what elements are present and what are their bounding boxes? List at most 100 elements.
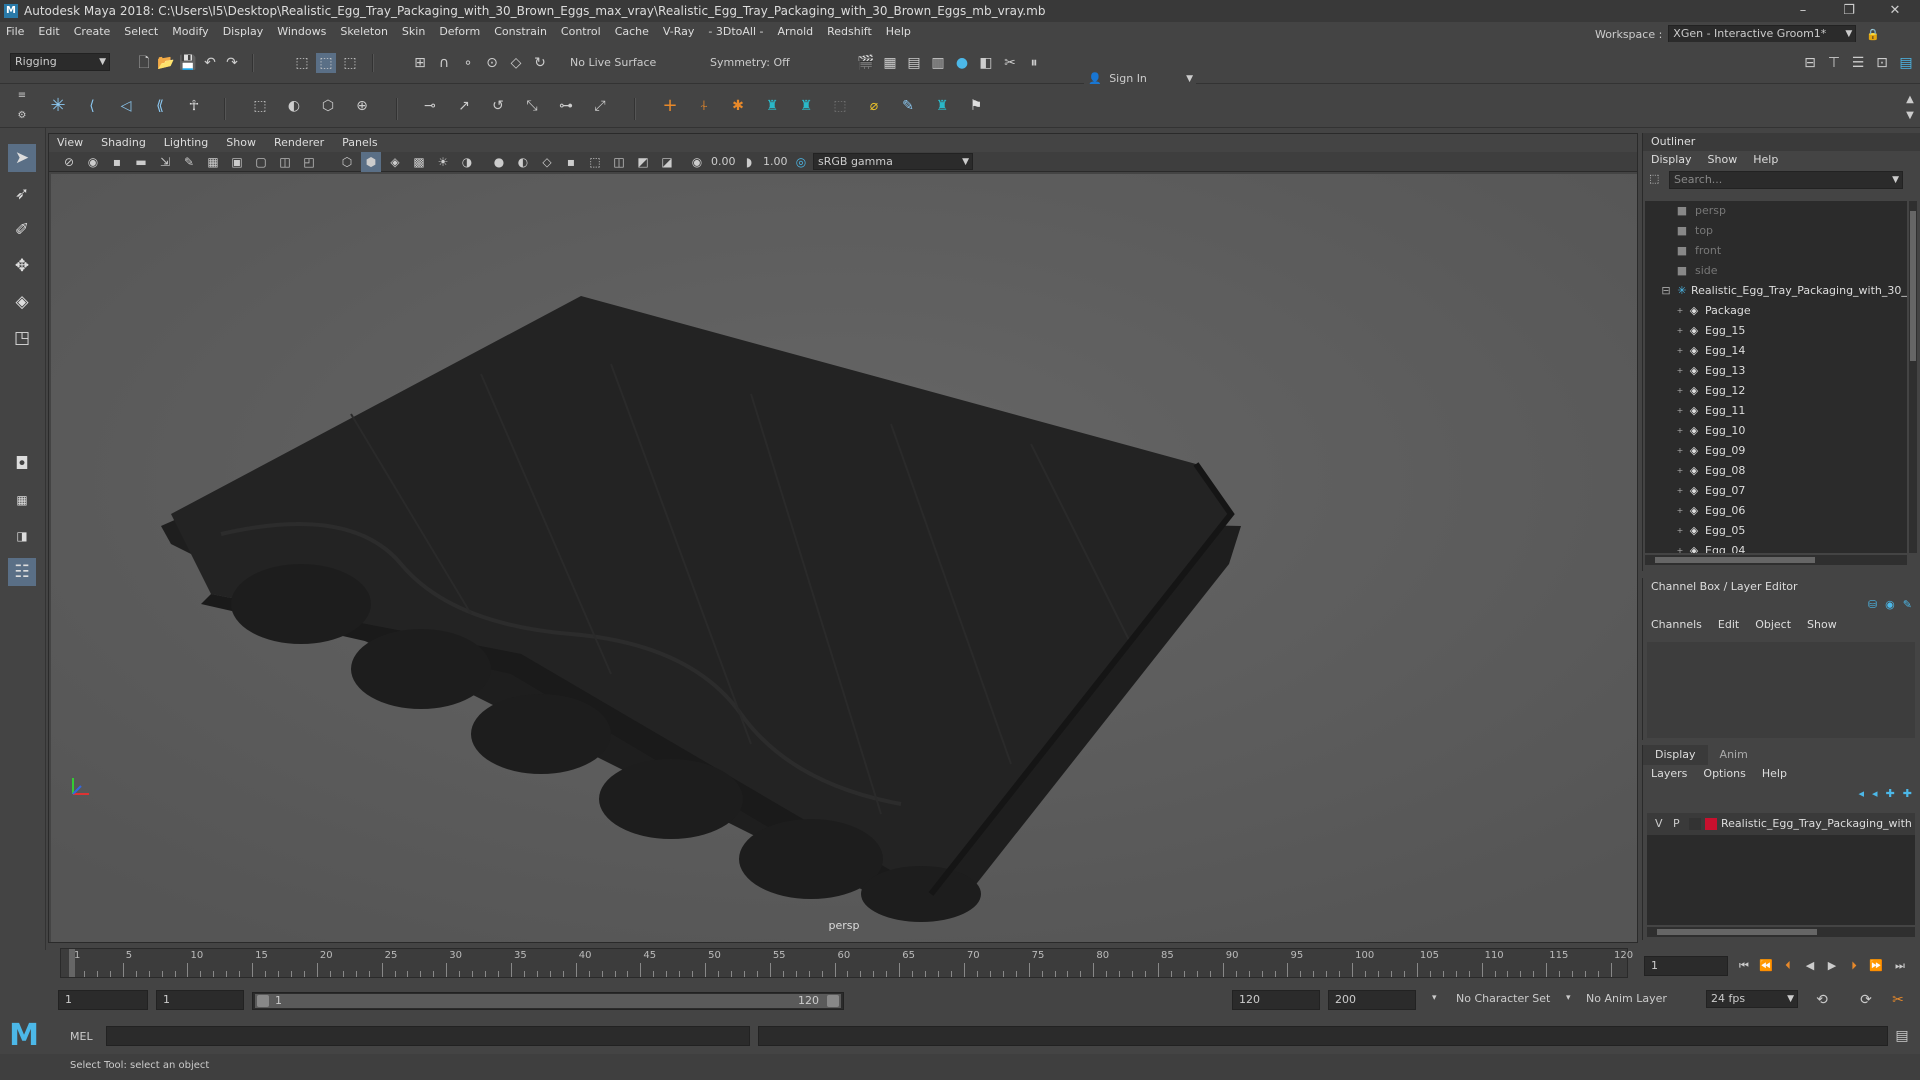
layer-display-type[interactable] [1689, 818, 1701, 830]
open-scene-icon[interactable]: 📂 [156, 53, 176, 73]
outliner-scrollbar[interactable] [1909, 201, 1917, 553]
panel-menu-panels[interactable]: Panels [342, 134, 377, 152]
maximize-button[interactable]: ❐ [1826, 0, 1872, 22]
chevron-down-icon[interactable]: ▾ [1432, 993, 1437, 1003]
channel-menu-channels[interactable]: Channels [1651, 616, 1702, 634]
expand-icon[interactable]: + [1673, 461, 1687, 481]
rotate-tool-icon[interactable]: ◈ [8, 288, 36, 316]
expand-icon[interactable]: + [1673, 541, 1687, 553]
command-input[interactable] [106, 1026, 750, 1046]
outliner-item[interactable]: + ◈ Egg_15 [1645, 321, 1907, 341]
play-backward-icon[interactable]: ◀ [1800, 956, 1820, 976]
select-hierarchy-icon[interactable]: ⬚ [292, 53, 312, 73]
two-d-pan-icon[interactable]: ⇲ [155, 152, 175, 172]
side-by-side-layout-icon[interactable]: ◨ [8, 522, 36, 550]
time-slider[interactable]: 1 5 10 15 20 25 30 35 40 45 50 55 60 65 70 75 80 85 90 95 10… [48, 948, 1638, 982]
gamma-value[interactable]: 1.00 [763, 155, 788, 168]
menu-constrain[interactable]: Constrain [494, 25, 547, 38]
time-ruler[interactable]: 1 5 10 15 20 25 30 35 40 45 50 55 60 65 70 75 80 85 90 95 10… [60, 948, 1633, 978]
menu-deform[interactable]: Deform [439, 25, 480, 38]
scale-tool-icon[interactable]: ◳ [8, 324, 36, 352]
exposure-value[interactable]: 0.00 [711, 155, 736, 168]
outliner-item[interactable]: + ◈ Egg_14 [1645, 341, 1907, 361]
character-set-label[interactable]: No Character Set [1456, 992, 1550, 1005]
channel-menu-object[interactable]: Object [1755, 616, 1791, 634]
color-management-icon[interactable]: ◎ [791, 152, 811, 172]
quick-rig-icon[interactable]: ♜ [762, 96, 782, 116]
layer-playback-toggle[interactable]: P [1673, 813, 1680, 835]
outliner-item[interactable]: + ◈ Egg_13 [1645, 361, 1907, 381]
expand-icon[interactable]: + [1673, 521, 1687, 541]
menu-control[interactable]: Control [561, 25, 601, 38]
new-layer-selected-icon[interactable]: ✚ [1903, 787, 1912, 800]
minimize-button[interactable]: – [1780, 0, 1826, 22]
step-forward-frame-icon[interactable]: ⏵ [1844, 956, 1864, 976]
mel-label[interactable]: MEL [70, 1030, 93, 1043]
menu-modify[interactable]: Modify [172, 25, 208, 38]
expand-icon[interactable]: + [1673, 321, 1687, 341]
paint-select-icon[interactable]: ✐ [8, 216, 36, 244]
paint-weights-icon[interactable]: ⌀ [864, 96, 884, 116]
move-layer-up-icon[interactable]: ◂ [1859, 787, 1865, 800]
current-frame-field[interactable]: 1 [1644, 956, 1728, 976]
expand-icon[interactable]: + [1673, 341, 1687, 361]
select-camera-icon[interactable]: ⊘ [59, 152, 79, 172]
menu-3dtoall[interactable]: - 3DtoAll - [708, 25, 763, 38]
channel-box-icon[interactable]: ▤ [1896, 53, 1916, 73]
snap-surface-icon[interactable]: ◇ [506, 53, 526, 73]
grease-pencil-icon[interactable]: ✎ [179, 152, 199, 172]
shadows-icon[interactable]: ◑ [457, 152, 477, 172]
expand-icon[interactable]: + [1673, 381, 1687, 401]
menu-set-dropdown[interactable]: Rigging ▼ [10, 53, 110, 71]
layer-menu-help[interactable]: Help [1762, 765, 1787, 783]
outliner-search-input[interactable]: Search... ▼ [1669, 171, 1903, 189]
joint-tool-icon[interactable]: ✳ [48, 96, 68, 116]
smooth-shade-icon[interactable]: ⬢ [361, 152, 381, 172]
select-component-icon[interactable]: ⬚ [340, 53, 360, 73]
expand-icon[interactable]: + [1673, 441, 1687, 461]
move-layer-down-icon[interactable]: ◂ [1872, 787, 1878, 800]
parent-constraint-icon[interactable]: ⊶ [556, 96, 576, 116]
outliner-camera-front[interactable]: ■ front [1645, 241, 1907, 261]
script-editor-icon[interactable]: ▤ [1892, 1026, 1912, 1046]
snap-grid-icon[interactable]: ⊞ [410, 53, 430, 73]
redo-icon[interactable]: ↷ [222, 53, 242, 73]
start-time-field[interactable]: 1 [58, 990, 148, 1010]
attribute-editor-icon[interactable]: ☰ [1848, 53, 1868, 73]
xray-joints-icon[interactable]: ◩ [633, 152, 653, 172]
empty-slot-icon[interactable]: ⬚ [830, 96, 850, 116]
isolate-select-icon[interactable]: ⬚ [585, 152, 605, 172]
wireframe-on-shaded-icon[interactable]: ◈ [385, 152, 405, 172]
snap-view-icon[interactable]: ⊙ [482, 53, 502, 73]
render-view-icon[interactable]: ▤ [904, 53, 924, 73]
textured-icon[interactable]: ▩ [409, 152, 429, 172]
menu-cache[interactable]: Cache [615, 25, 649, 38]
anim-layer-label[interactable]: No Anim Layer [1586, 992, 1667, 1005]
outliner-camera-persp[interactable]: ■ persp [1645, 201, 1907, 221]
menu-arnold[interactable]: Arnold [778, 25, 814, 38]
menu-file[interactable]: File [6, 25, 24, 38]
outliner-item[interactable]: + ◈ Egg_10 [1645, 421, 1907, 441]
depth-of-field-icon[interactable]: ▪ [561, 152, 581, 172]
end-time-field[interactable]: 200 [1328, 990, 1416, 1010]
expand-icon[interactable]: + [1673, 361, 1687, 381]
outliner-item[interactable]: + ◈ Egg_06 [1645, 501, 1907, 521]
hypershade-icon[interactable]: ◧ [976, 53, 996, 73]
grid-icon[interactable]: ▦ [203, 152, 223, 172]
layer-visibility-toggle[interactable]: V [1655, 813, 1663, 835]
render-settings-icon[interactable]: ● [952, 53, 972, 73]
chevron-down-icon[interactable]: ▾ [1566, 993, 1571, 1003]
character-icon[interactable]: ✱ [728, 96, 748, 116]
image-plane-icon[interactable]: ▬ [131, 152, 151, 172]
exposure-icon[interactable]: ◉ [687, 152, 707, 172]
vray-render-icon[interactable]: ✂ [1000, 53, 1020, 73]
layer-row[interactable]: V P Realistic_Egg_Tray_Packaging_with [1647, 813, 1915, 835]
outliner-hscrollbar[interactable] [1645, 555, 1907, 565]
channel-menu-edit[interactable]: Edit [1718, 616, 1739, 634]
collapse-icon[interactable]: ⊟ [1659, 281, 1673, 301]
sculpt-icon[interactable]: ✎ [898, 96, 918, 116]
ik-handle-icon[interactable]: ⟨ [82, 96, 102, 116]
range-end-handle[interactable] [827, 995, 839, 1007]
film-gate-icon[interactable]: ▣ [227, 152, 247, 172]
set-key-icon[interactable]: ⍭ [694, 96, 714, 116]
